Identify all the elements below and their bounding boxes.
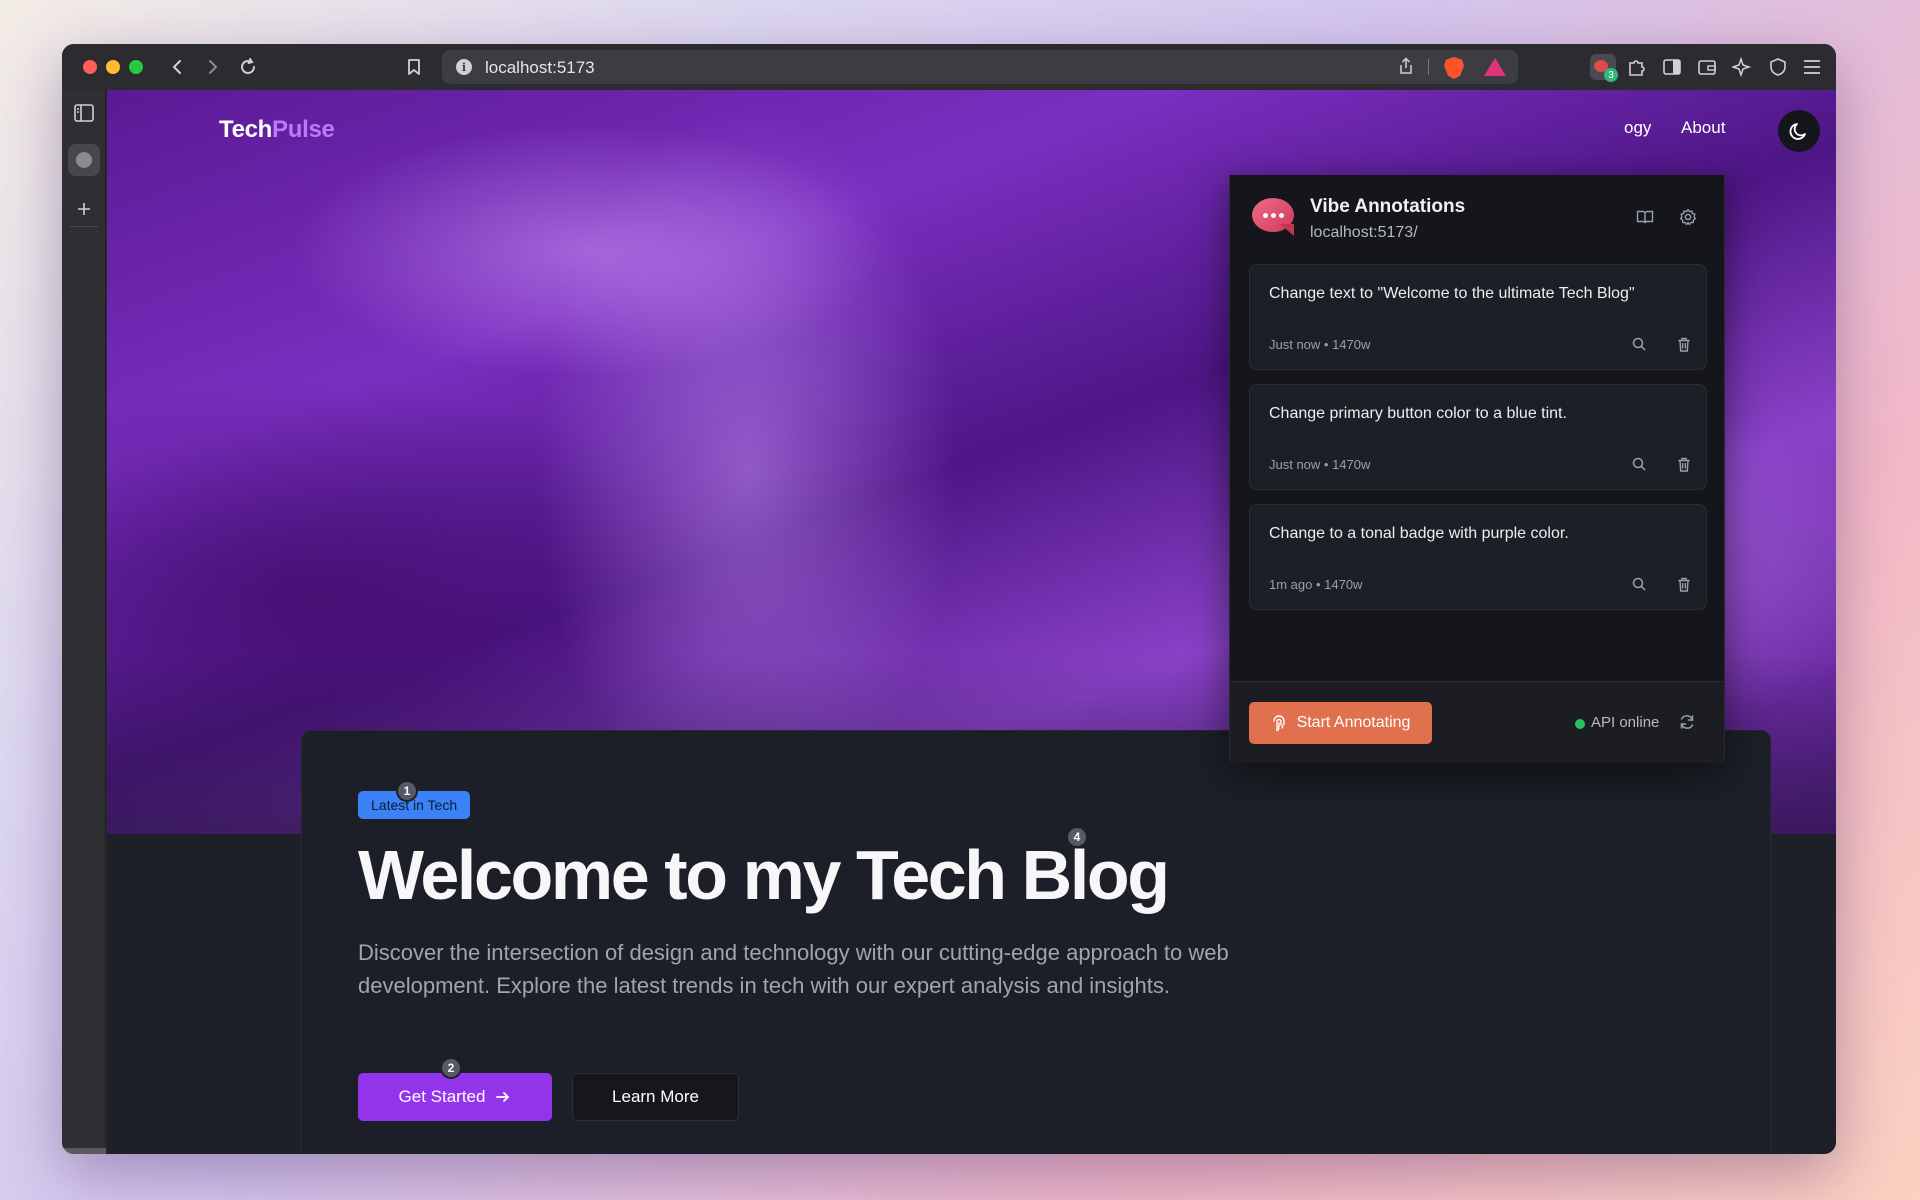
leo-ai-icon[interactable] xyxy=(1729,54,1755,80)
nav-link-technology[interactable]: ogy xyxy=(1624,118,1651,138)
search-icon[interactable] xyxy=(1629,454,1649,474)
back-icon[interactable] xyxy=(165,54,191,80)
active-tab-favicon[interactable] xyxy=(68,144,100,176)
annotation-text: Change primary button color to a blue ti… xyxy=(1269,405,1567,422)
sidebar-panel-icon[interactable] xyxy=(71,100,97,126)
annotation-meta: Just now • 1470w xyxy=(1269,337,1371,352)
vpn-shield-icon[interactable] xyxy=(1765,54,1791,80)
start-annotating-label: Start Annotating xyxy=(1296,714,1411,731)
site-info-icon[interactable]: i xyxy=(456,59,472,75)
moon-icon xyxy=(1789,123,1806,140)
annotation-meta: 1m ago • 1470w xyxy=(1269,577,1363,592)
close-window-button[interactable] xyxy=(83,60,97,74)
sidebar-toggle-icon[interactable] xyxy=(1659,54,1685,80)
page-headline: Welcome to my Tech Blog xyxy=(358,836,1170,914)
api-status-dot xyxy=(1575,719,1585,729)
url-text[interactable]: localhost:5173 xyxy=(485,58,595,78)
brave-shields-icon[interactable] xyxy=(1444,57,1464,79)
trash-icon[interactable] xyxy=(1674,334,1694,354)
browser-window: i localhost:5173 3 TechPulse ogy About L… xyxy=(62,44,1836,1154)
annotation-item[interactable]: Change text to "Welcome to the ultimate … xyxy=(1249,264,1707,370)
theme-toggle-button[interactable] xyxy=(1778,110,1820,152)
annotation-meta: Just now • 1470w xyxy=(1269,457,1371,472)
settings-gear-icon[interactable] xyxy=(1677,206,1699,228)
learn-more-button[interactable]: Learn More xyxy=(572,1073,739,1121)
trash-icon[interactable] xyxy=(1674,454,1694,474)
address-bar-divider xyxy=(1428,59,1429,75)
nav-link-about[interactable]: About xyxy=(1681,118,1725,138)
sidebar-divider xyxy=(70,226,98,227)
vibe-annotations-panel: Vibe Annotations localhost:5173/ Change … xyxy=(1229,175,1725,763)
wallet-icon[interactable] xyxy=(1694,54,1720,80)
window-controls xyxy=(83,60,143,74)
annotation-marker[interactable]: 2 xyxy=(440,1057,462,1079)
globe-icon xyxy=(76,152,92,168)
annotation-item[interactable]: Change primary button color to a blue ti… xyxy=(1249,384,1707,490)
annotation-text: Change text to "Welcome to the ultimate … xyxy=(1269,285,1635,302)
trash-icon[interactable] xyxy=(1674,574,1694,594)
hero-description: Discover the intersection of design and … xyxy=(358,940,1229,998)
logo-accent-text: Pulse xyxy=(272,116,335,143)
reload-icon[interactable] xyxy=(235,54,261,80)
hero-card: Latest in Tech 1 Welcome to my Tech Blog… xyxy=(301,730,1771,1154)
site-logo[interactable]: TechPulse xyxy=(219,116,335,144)
start-annotating-button[interactable]: Start Annotating xyxy=(1249,702,1432,744)
fingerprint-icon xyxy=(1272,715,1285,732)
search-icon[interactable] xyxy=(1629,574,1649,594)
refresh-icon[interactable] xyxy=(1678,713,1698,733)
panel-url: localhost:5173/ xyxy=(1310,224,1418,241)
forward-icon[interactable] xyxy=(199,54,225,80)
brave-rewards-icon[interactable] xyxy=(1484,58,1506,76)
web-page: TechPulse ogy About Latest in Tech 1 Wel… xyxy=(107,90,1836,1154)
arrow-right-icon xyxy=(496,1092,510,1102)
vibe-extension-icon[interactable]: 3 xyxy=(1590,54,1618,82)
annotation-marker[interactable]: 4 xyxy=(1066,826,1088,848)
get-started-button[interactable]: Get Started xyxy=(358,1073,552,1121)
vibe-logo-icon xyxy=(1252,198,1294,232)
bookmark-icon[interactable] xyxy=(401,54,427,80)
vertical-tab-sidebar xyxy=(62,90,106,1154)
api-status-text: API online xyxy=(1591,714,1660,731)
logo-main-text: Tech xyxy=(219,116,273,143)
book-icon[interactable] xyxy=(1634,206,1656,228)
browser-toolbar: i localhost:5173 3 xyxy=(62,44,1836,90)
get-started-label: Get Started xyxy=(398,1087,486,1106)
panel-footer: Start Annotating API online xyxy=(1230,681,1724,763)
extension-badge-count: 3 xyxy=(1604,68,1618,82)
annotation-text: Change to a tonal badge with purple colo… xyxy=(1269,525,1569,542)
search-icon[interactable] xyxy=(1629,334,1649,354)
share-icon[interactable] xyxy=(1398,57,1414,80)
sidebar-scrollbar[interactable] xyxy=(62,1148,106,1154)
new-tab-icon[interactable] xyxy=(71,196,97,222)
annotation-item[interactable]: Change to a tonal badge with purple colo… xyxy=(1249,504,1707,610)
menu-icon[interactable] xyxy=(1799,54,1825,80)
address-bar[interactable]: i localhost:5173 xyxy=(442,50,1518,84)
zoom-window-button[interactable] xyxy=(129,60,143,74)
annotation-marker[interactable]: 1 xyxy=(396,780,418,802)
panel-title: Vibe Annotations xyxy=(1310,196,1466,217)
extensions-puzzle-icon[interactable] xyxy=(1624,54,1650,80)
minimize-window-button[interactable] xyxy=(106,60,120,74)
